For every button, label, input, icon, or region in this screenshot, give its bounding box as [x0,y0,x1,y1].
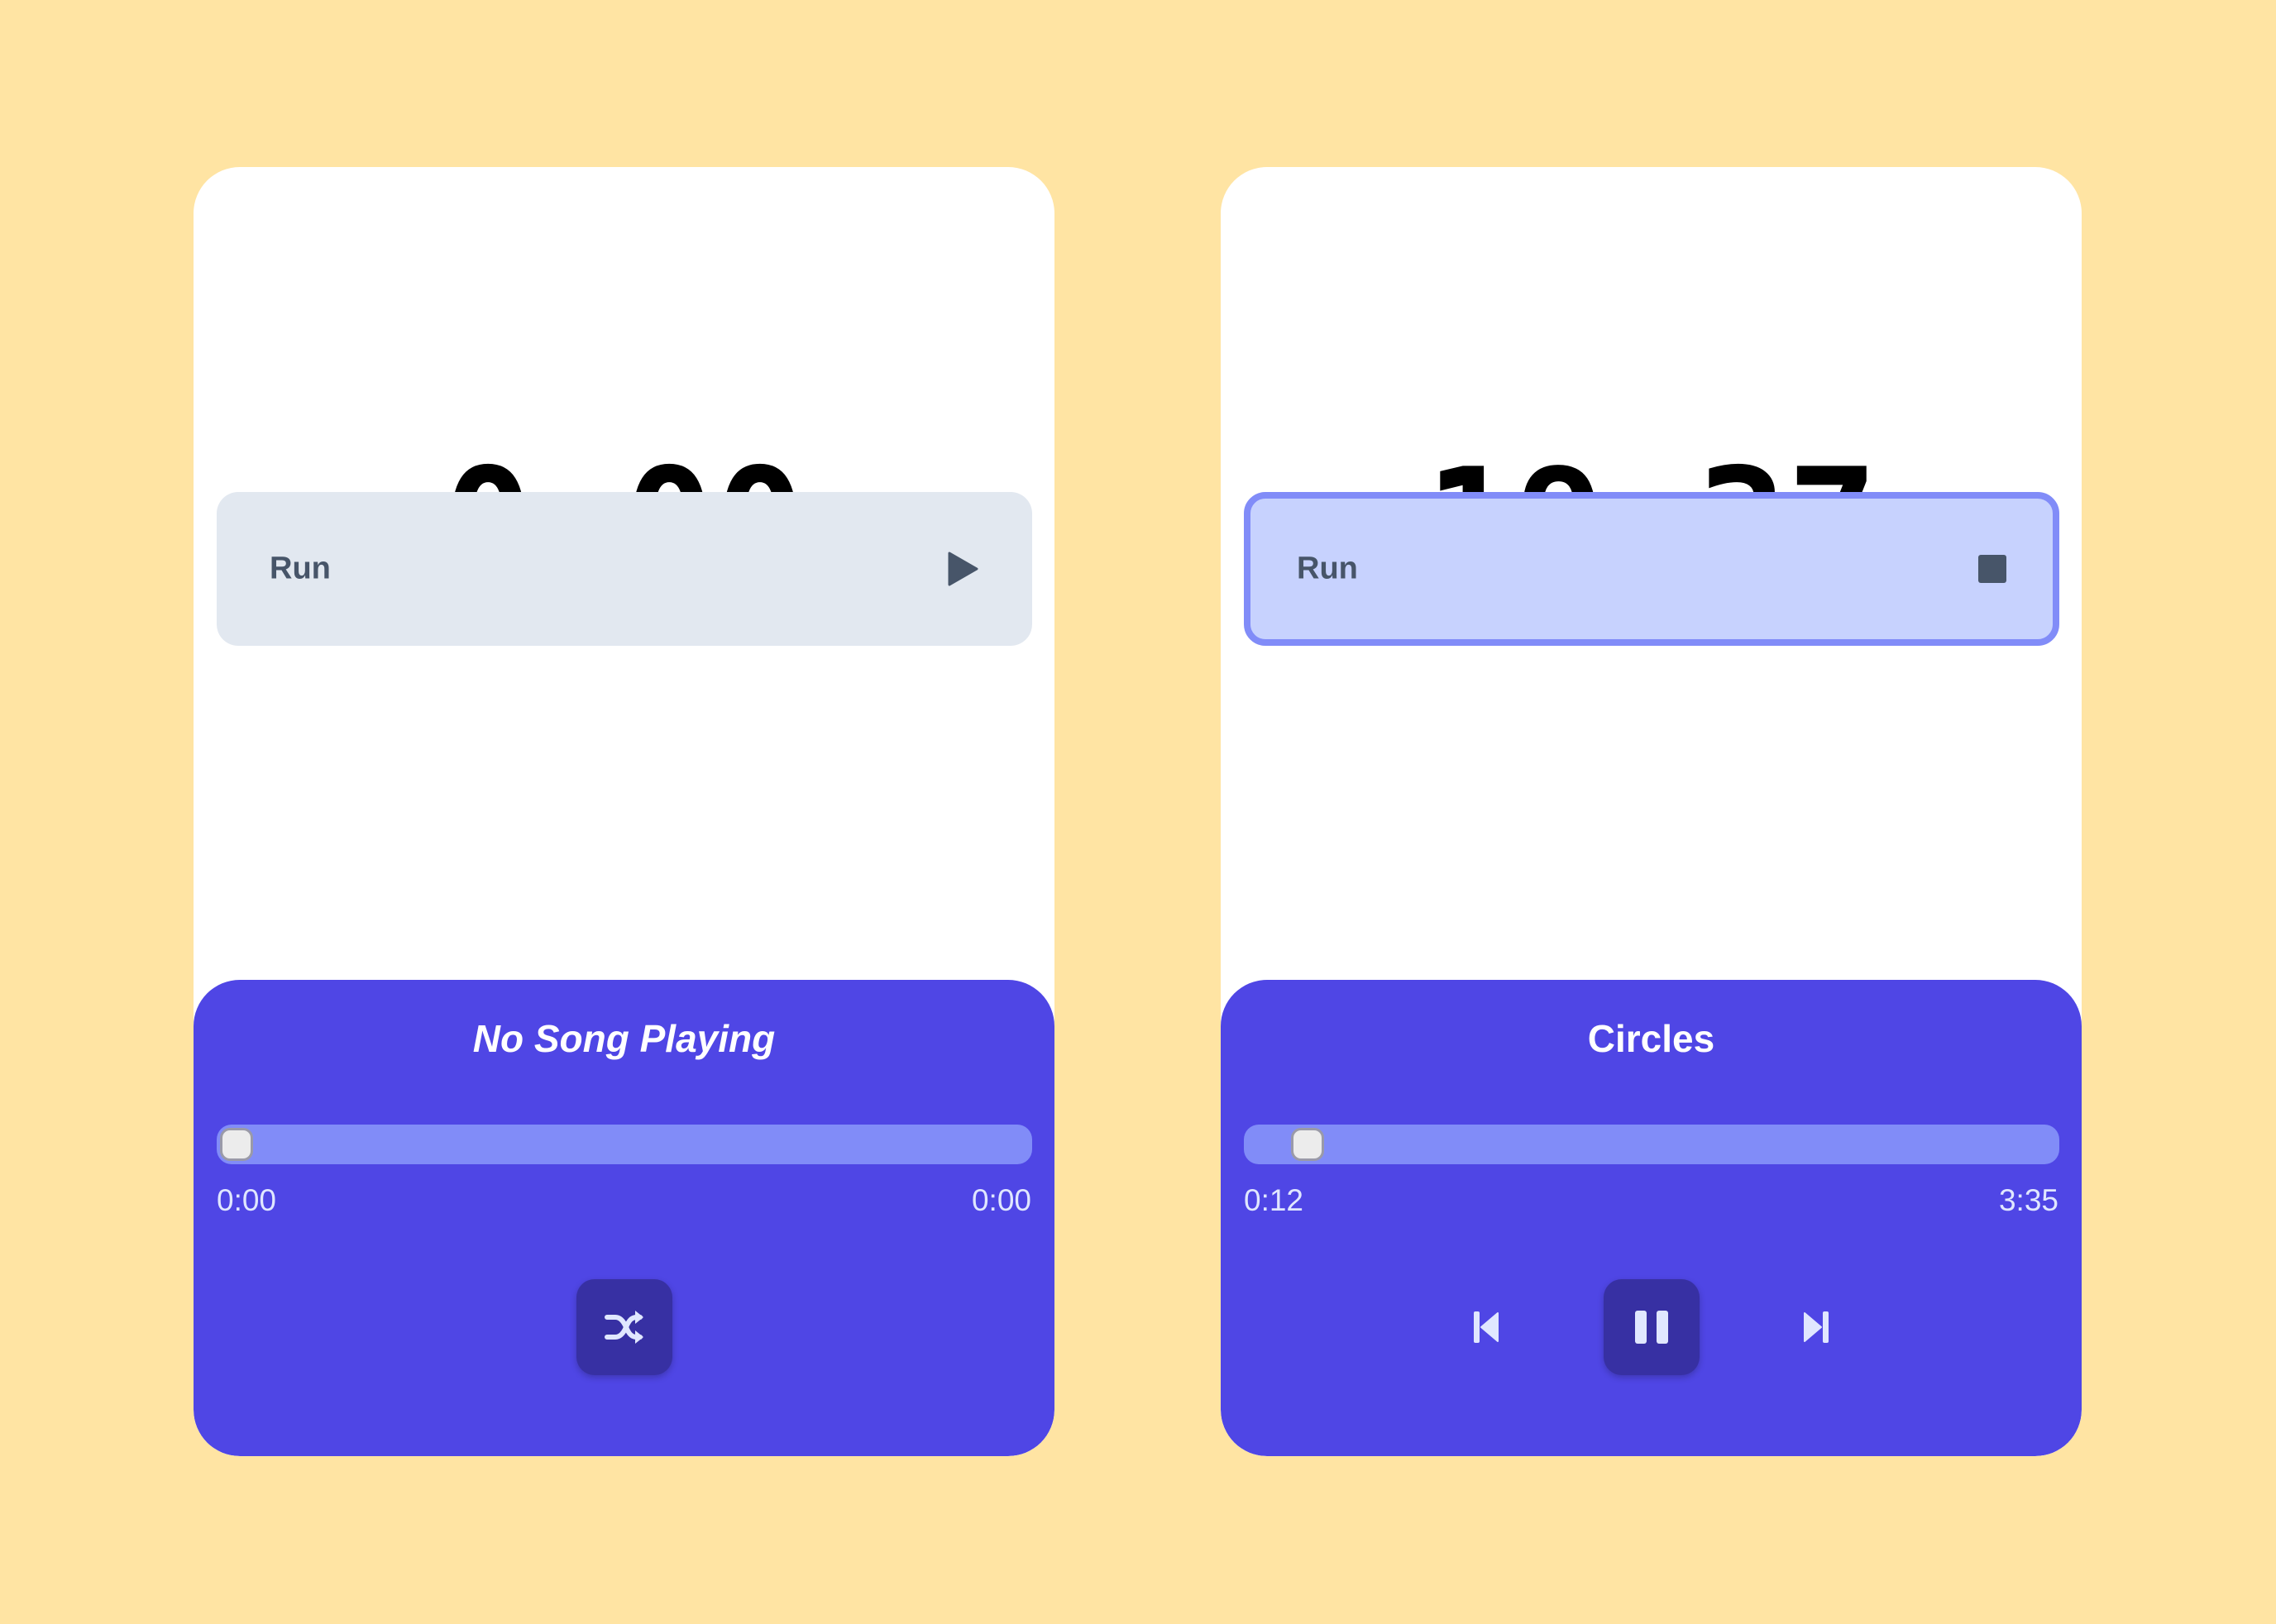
elapsed-time: 0:00 [217,1183,277,1217]
shuffle-icon [605,1311,643,1344]
progress-thumb[interactable] [1290,1128,1324,1161]
skip-back-button[interactable] [1453,1294,1519,1360]
progress-thumb[interactable] [220,1128,253,1161]
music-player: Circles 0:12 3:35 [1221,980,2082,1456]
skip-back-icon [1474,1311,1499,1343]
duration-time: 3:35 [1998,1183,2058,1217]
workout-card-idle: 0:00 Run No Song Playing 0:00 0:00 [194,167,1054,1456]
skip-forward-button[interactable] [1783,1294,1849,1360]
play-icon [948,552,978,586]
run-label: Run [1297,551,1358,586]
duration-time: 0:00 [971,1183,1031,1217]
pause-icon [1635,1311,1668,1344]
progress-track[interactable] [1244,1125,2059,1164]
workout-card-running: 19:37 Run Circles 0:12 3:35 [1221,167,2082,1456]
skip-forward-icon [1804,1311,1829,1343]
song-title: Circles [1587,1017,1715,1060]
shuffle-button[interactable] [576,1279,672,1375]
progress-track[interactable] [217,1125,1032,1164]
run-button[interactable]: Run [217,492,1032,646]
pause-button[interactable] [1604,1279,1700,1375]
run-button[interactable]: Run [1244,492,2059,646]
run-label: Run [270,551,331,586]
stop-icon [1978,555,2006,583]
elapsed-time: 0:12 [1244,1183,1304,1217]
song-title: No Song Playing [472,1017,776,1060]
music-player: No Song Playing 0:00 0:00 [194,980,1054,1456]
